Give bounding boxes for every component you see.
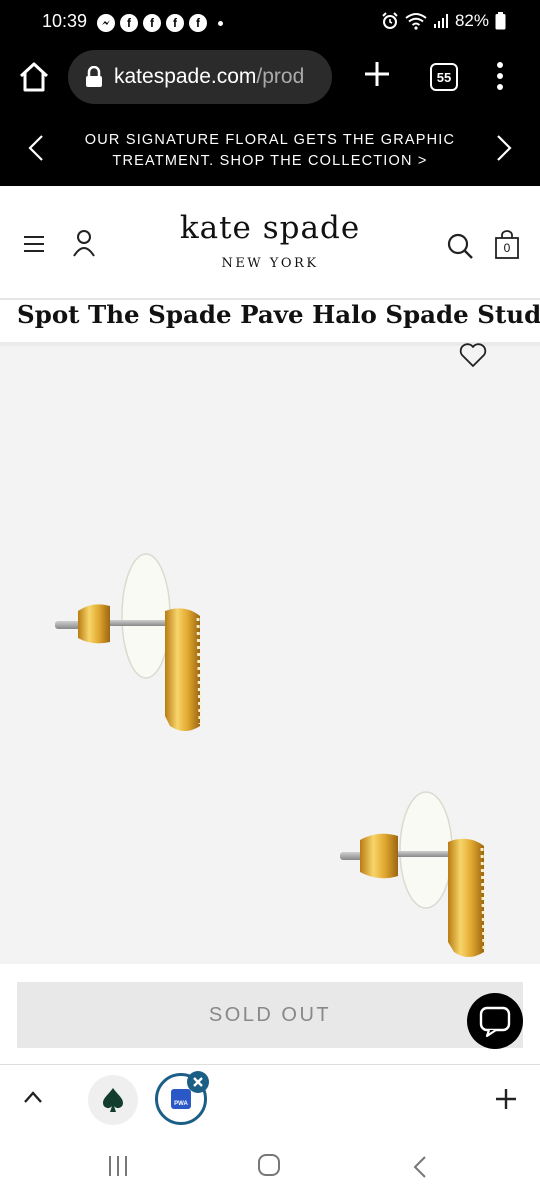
messenger-icon <box>97 14 115 32</box>
system-navigation-bar <box>0 1132 540 1200</box>
more-notifications-dot <box>218 20 223 26</box>
earring-left <box>55 553 202 731</box>
facebook-icon: f <box>143 14 161 32</box>
alarm-icon <box>382 12 398 29</box>
shopping-bag-button[interactable]: 0 <box>494 230 520 260</box>
purchase-area: SOLD OUT <box>0 964 540 1064</box>
browser-address-bar: katespade.com/prod 55 <box>0 46 540 108</box>
signal-icon <box>433 14 448 28</box>
kate-spade-app-shortcut[interactable] <box>88 1075 138 1125</box>
back-icon[interactable] <box>412 1154 428 1180</box>
chevron-left-icon[interactable] <box>26 134 46 162</box>
product-title: Spot The Spade Pave Halo Spade Studs <box>17 300 540 329</box>
browser-bottom-toolbar: PWA <box>0 1064 540 1132</box>
promo-banner: OUR SIGNATURE FLORAL GETS THE GRAPHIC TR… <box>0 108 540 186</box>
pwa-close-button[interactable] <box>187 1071 209 1093</box>
url-path: /prod <box>256 65 305 88</box>
lock-icon <box>86 66 102 87</box>
more-menu-icon[interactable] <box>490 60 510 92</box>
search-icon[interactable] <box>446 232 474 260</box>
chat-button[interactable] <box>467 993 523 1049</box>
tab-switcher-button[interactable]: 55 <box>430 63 458 91</box>
wifi-icon <box>405 13 427 30</box>
product-image[interactable] <box>0 342 540 964</box>
notification-icons: f f f f <box>97 14 223 32</box>
battery-percent: 82% <box>454 11 489 30</box>
recent-apps-icon[interactable] <box>106 1154 130 1178</box>
url-field[interactable]: katespade.com/prod <box>68 50 332 104</box>
status-bar: 10:39 f f f f 82% <box>0 0 540 46</box>
system-status: 82% <box>381 11 506 31</box>
chevron-right-icon[interactable] <box>494 134 514 162</box>
url-text: katespade.com/prod <box>114 65 304 89</box>
url-domain: katespade.com <box>114 65 257 88</box>
status-time: 10:39 <box>42 11 88 31</box>
site-header: kate spade NEW YORK 0 <box>0 186 540 298</box>
sold-out-button[interactable]: SOLD OUT <box>17 982 523 1048</box>
home-nav-icon[interactable] <box>257 1153 281 1177</box>
bag-count: 0 <box>503 241 511 255</box>
close-icon <box>193 1077 203 1087</box>
heart-icon[interactable] <box>459 342 487 368</box>
earrings-photo <box>55 553 486 957</box>
earring-right <box>340 791 486 957</box>
battery-icon <box>495 12 506 30</box>
chevron-up-icon[interactable] <box>22 1089 44 1105</box>
facebook-icon: f <box>166 14 184 32</box>
facebook-icon: f <box>189 14 207 32</box>
chat-icon <box>479 1006 511 1038</box>
promo-link[interactable]: OUR SIGNATURE FLORAL GETS THE GRAPHIC TR… <box>70 130 470 172</box>
add-icon[interactable] <box>494 1087 518 1111</box>
spade-icon <box>103 1088 123 1112</box>
home-icon[interactable] <box>18 62 50 92</box>
new-tab-icon[interactable] <box>362 59 392 89</box>
facebook-icon: f <box>120 14 138 32</box>
